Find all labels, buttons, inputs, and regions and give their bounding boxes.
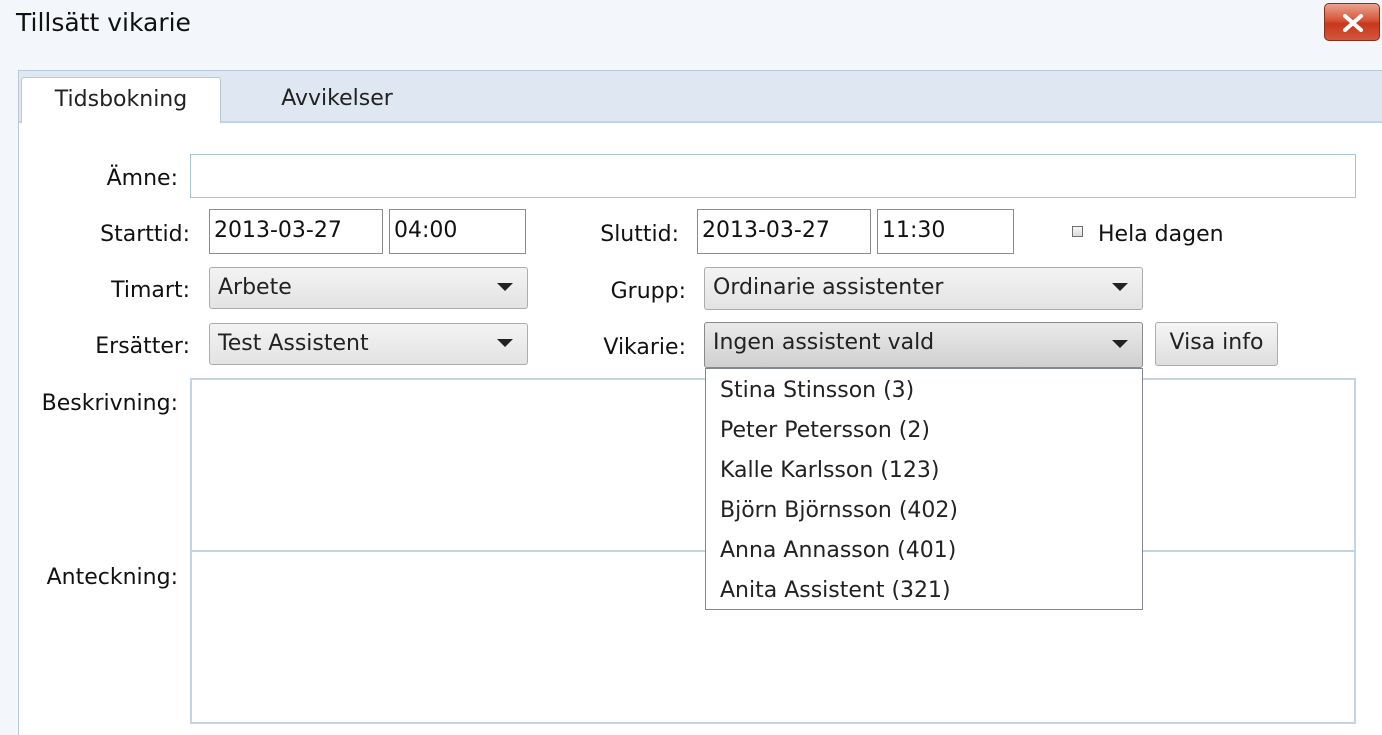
description-label: Beskrivning: xyxy=(41,391,178,416)
start-time-input[interactable]: 04:00 xyxy=(389,209,526,254)
start-label: Starttid: xyxy=(100,222,190,247)
title-bar: Tillsätt vikarie xyxy=(0,0,1382,48)
substitute-value: Ingen assistent vald xyxy=(713,330,935,355)
end-date-input[interactable]: 2013-03-27 xyxy=(697,209,871,254)
subject-label: Ämne: xyxy=(106,166,178,191)
dropdown-option[interactable]: Kalle Karlsson (123) xyxy=(720,458,939,483)
timart-value: Arbete xyxy=(218,275,292,300)
chevron-down-icon xyxy=(497,283,513,291)
timart-label: Timart: xyxy=(111,278,190,303)
tab-strip: Tidsbokning Avvikelser xyxy=(19,71,1382,123)
dropdown-option[interactable]: Björn Björnsson (402) xyxy=(720,498,958,523)
end-time-input[interactable]: 11:30 xyxy=(877,209,1014,254)
substitute-dropdown: Stina Stinsson (3) Peter Petersson (2) K… xyxy=(705,368,1143,610)
group-select[interactable]: Ordinarie assistenter xyxy=(704,267,1143,310)
tab-tidsbokning[interactable]: Tidsbokning xyxy=(21,77,221,123)
replaces-label: Ersätter: xyxy=(95,334,190,359)
dropdown-option[interactable]: Stina Stinsson (3) xyxy=(720,378,914,403)
end-label: Sluttid: xyxy=(600,222,679,247)
substitute-select[interactable]: Ingen assistent vald xyxy=(704,322,1143,368)
dropdown-option[interactable]: Anita Assistent (321) xyxy=(720,578,951,603)
chevron-down-icon xyxy=(497,339,513,347)
group-label: Grupp: xyxy=(610,279,686,304)
dropdown-option[interactable]: Peter Petersson (2) xyxy=(720,418,930,443)
allday-checkbox[interactable] xyxy=(1072,226,1083,237)
tab-avvikelser[interactable]: Avvikelser xyxy=(237,77,437,123)
group-value: Ordinarie assistenter xyxy=(713,275,944,300)
allday-label: Hela dagen xyxy=(1098,222,1224,247)
dropdown-option[interactable]: Anna Annasson (401) xyxy=(720,538,956,563)
chevron-down-icon xyxy=(1112,283,1128,291)
note-label: Anteckning: xyxy=(46,565,178,590)
close-button[interactable] xyxy=(1324,3,1380,41)
chevron-down-icon xyxy=(1112,340,1128,348)
substitute-label: Vikarie: xyxy=(603,335,686,360)
subject-input[interactable] xyxy=(190,154,1356,198)
replaces-select[interactable]: Test Assistent xyxy=(209,323,528,365)
timart-select[interactable]: Arbete xyxy=(209,267,528,309)
start-date-input[interactable]: 2013-03-27 xyxy=(209,209,383,254)
show-info-button[interactable]: Visa info xyxy=(1155,322,1278,366)
replaces-value: Test Assistent xyxy=(218,331,369,356)
window-title: Tillsätt vikarie xyxy=(16,8,191,37)
close-icon xyxy=(1343,14,1363,32)
